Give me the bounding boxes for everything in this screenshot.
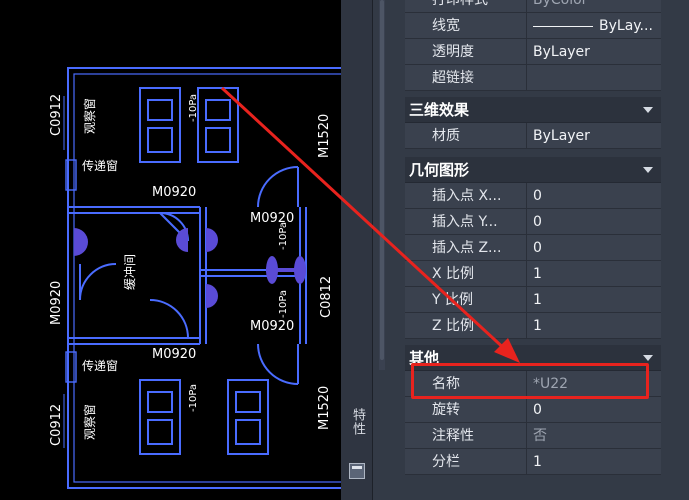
property-label: Y 比例 bbox=[405, 287, 527, 313]
property-label: 分栏 bbox=[405, 449, 527, 475]
pressure-label: -10Pa bbox=[188, 384, 199, 412]
palette-menu-icon[interactable] bbox=[349, 463, 365, 479]
room-label: 传递窗 bbox=[82, 358, 118, 373]
door-label: M1520 bbox=[317, 386, 332, 430]
property-label: 打印样式 bbox=[405, 0, 527, 13]
window-label: C0912 bbox=[49, 94, 64, 136]
pressure-label: -10Pa bbox=[188, 94, 199, 122]
cabinet-outline bbox=[147, 419, 173, 445]
room-label: 缓冲间 bbox=[122, 254, 137, 290]
room-label: 观察窗 bbox=[83, 404, 97, 440]
property-value: ByLay... bbox=[599, 18, 653, 34]
property-value[interactable]: 0 bbox=[527, 209, 661, 235]
cabinet-outline bbox=[235, 419, 261, 445]
property-value-container[interactable]: ByLay... bbox=[527, 13, 661, 39]
property-row-insert-z[interactable]: 插入点 Z... 0 bbox=[405, 235, 661, 261]
property-label: 注释性 bbox=[405, 423, 527, 449]
section-title: 三维效果 bbox=[409, 101, 470, 119]
property-value[interactable]: ByLayer bbox=[527, 39, 661, 65]
room-label: 观察窗 bbox=[83, 98, 97, 134]
property-value[interactable]: ByLayer bbox=[527, 123, 661, 149]
property-label: 旋转 bbox=[405, 397, 527, 423]
cabinet-outline bbox=[147, 391, 173, 413]
property-value[interactable]: 0 bbox=[527, 183, 661, 209]
window-label: C0912 bbox=[49, 404, 64, 446]
property-label: 超链接 bbox=[405, 65, 527, 91]
property-label: 插入点 X... bbox=[405, 183, 527, 209]
collapse-arrow-icon[interactable] bbox=[643, 355, 653, 361]
property-value[interactable]: ByColor bbox=[527, 0, 661, 13]
fixture-fan-bar bbox=[266, 268, 306, 272]
property-value[interactable]: 1 bbox=[527, 449, 661, 475]
door-label: M1520 bbox=[317, 114, 332, 158]
property-row-scale-y[interactable]: Y 比例 1 bbox=[405, 287, 661, 313]
property-row-plot-style[interactable]: 打印样式 ByColor bbox=[405, 0, 661, 13]
property-row-hyperlink[interactable]: 超链接 bbox=[405, 65, 661, 91]
door-swing bbox=[79, 263, 117, 301]
property-label: 线宽 bbox=[405, 13, 527, 39]
collapse-arrow-icon[interactable] bbox=[643, 167, 653, 173]
room-label: 传递窗 bbox=[82, 158, 118, 173]
cabinet-outline bbox=[205, 99, 231, 121]
palette-title-bar[interactable]: 特性 bbox=[341, 0, 373, 500]
property-row-lineweight[interactable]: 线宽 ByLay... bbox=[405, 13, 661, 39]
property-value[interactable]: 0 bbox=[527, 235, 661, 261]
property-row-columns[interactable]: 分栏 1 bbox=[405, 449, 661, 475]
section-title: 几何图形 bbox=[409, 161, 470, 179]
annotation-highlight-box bbox=[411, 363, 649, 399]
fixture-half-circle bbox=[206, 284, 218, 308]
property-label: X 比例 bbox=[405, 261, 527, 287]
cad-drawing-canvas[interactable]: M0920 M0920 M0920 M0920 传递窗 传递窗 M0920 C0… bbox=[0, 0, 345, 500]
property-row-scale-x[interactable]: X 比例 1 bbox=[405, 261, 661, 287]
section-header-3d-effects[interactable]: 三维效果 bbox=[405, 97, 661, 123]
property-label: 插入点 Z... bbox=[405, 235, 527, 261]
collapse-arrow-icon[interactable] bbox=[643, 107, 653, 113]
property-row-material[interactable]: 材质 ByLayer bbox=[405, 123, 661, 149]
property-label: Z 比例 bbox=[405, 313, 527, 339]
property-row-insert-x[interactable]: 插入点 X... 0 bbox=[405, 183, 661, 209]
palette-scrollbar[interactable] bbox=[379, 0, 385, 370]
property-label: 材质 bbox=[405, 123, 527, 149]
property-row-transparency[interactable]: 透明度 ByLayer bbox=[405, 39, 661, 65]
property-value[interactable]: 1 bbox=[527, 287, 661, 313]
fixture-half-circle bbox=[74, 228, 88, 256]
property-value[interactable]: 1 bbox=[527, 313, 661, 339]
section-header-geometry[interactable]: 几何图形 bbox=[405, 157, 661, 183]
lineweight-swatch bbox=[533, 25, 593, 27]
cabinet-outline bbox=[235, 391, 261, 413]
property-row-scale-z[interactable]: Z 比例 1 bbox=[405, 313, 661, 339]
palette-title: 特性 bbox=[350, 408, 365, 436]
property-row-annotative[interactable]: 注释性 否 bbox=[405, 423, 661, 449]
property-label: 插入点 Y... bbox=[405, 209, 527, 235]
cabinet-outline bbox=[147, 127, 173, 153]
door-label: M0920 bbox=[250, 319, 294, 334]
palette-scroll-thumb[interactable] bbox=[380, 0, 384, 360]
cabinet-outline bbox=[147, 99, 173, 121]
door-swing bbox=[257, 166, 299, 208]
properties-palette: 特性 打印样式 ByColor 线宽 ByLay... 透明度 ByLayer … bbox=[341, 0, 689, 500]
property-value[interactable]: 否 bbox=[527, 423, 661, 449]
cabinet-outline bbox=[205, 127, 231, 153]
pressure-label: -10Pa bbox=[278, 222, 289, 250]
property-row-insert-y[interactable]: 插入点 Y... 0 bbox=[405, 209, 661, 235]
property-value[interactable]: 1 bbox=[527, 261, 661, 287]
pressure-label: -10Pa bbox=[278, 290, 289, 318]
door-label: M0920 bbox=[152, 347, 196, 362]
door-swing bbox=[149, 299, 189, 339]
window-label: C0812 bbox=[319, 276, 334, 318]
property-value[interactable]: 0 bbox=[527, 397, 661, 423]
fixture-half-circle bbox=[206, 228, 218, 252]
property-value[interactable] bbox=[527, 65, 661, 91]
door-label: M0920 bbox=[152, 185, 196, 200]
door-label: M0920 bbox=[49, 281, 64, 325]
property-row-rotation[interactable]: 旋转 0 bbox=[405, 397, 661, 423]
door-swing bbox=[257, 343, 299, 385]
property-label: 透明度 bbox=[405, 39, 527, 65]
